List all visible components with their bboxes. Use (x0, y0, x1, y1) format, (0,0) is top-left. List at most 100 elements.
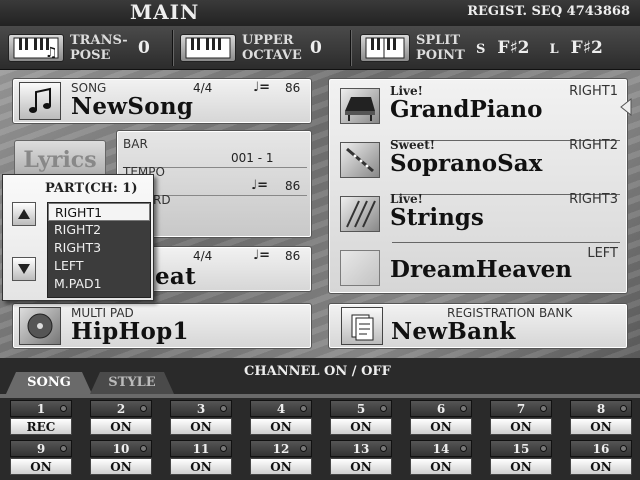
voice-left-name: DreamHeaven (390, 256, 572, 283)
style-tempo-symbol: ♩= (253, 248, 271, 263)
main-area: SONG 4/4 ♩= 86 NewSong Lyrics BAR 001 - … (0, 70, 640, 358)
part-popup: PART(CH: 1) RIGHT1 RIGHT2 RIGHT3 LEFT M.… (2, 174, 154, 301)
split-label-1: SPLIT (416, 33, 461, 48)
split-s-value: F♯2 (497, 38, 530, 58)
voice-left[interactable]: DreamHeaven LEFT (328, 242, 626, 294)
channel-15[interactable]: 15 ON (490, 440, 552, 476)
led-icon (380, 405, 387, 412)
voice-right3[interactable]: Live! Strings RIGHT3 (328, 188, 626, 240)
split-point-control[interactable]: SPLIT POINT S F♯2 L F♯2 (360, 28, 603, 68)
channel-status[interactable]: ON (10, 458, 72, 475)
led-icon (300, 405, 307, 412)
transpose-control[interactable]: ♫ TRANS- POSE 0 (8, 28, 150, 68)
voice-right1-name: GrandPiano (390, 96, 543, 123)
led-icon (540, 445, 547, 452)
voice-right2[interactable]: Sweet! SopranoSax RIGHT2 (328, 134, 626, 186)
channel-status[interactable]: ON (490, 418, 552, 435)
channel-2[interactable]: 2 ON (90, 400, 152, 436)
octave-label-2: OCTAVE (242, 48, 302, 63)
part-popup-title: PART(CH: 1) (45, 181, 138, 196)
channel-7[interactable]: 7 ON (490, 400, 552, 436)
tempo-symbol: ♩= (251, 178, 269, 193)
channel-status[interactable]: ON (170, 458, 232, 475)
channel-status[interactable]: ON (410, 418, 472, 435)
keyboard-octave-icon (180, 34, 236, 62)
song-tempo: 86 (285, 81, 301, 95)
channel-13[interactable]: 13 ON (330, 440, 392, 476)
piano-icon (340, 88, 380, 124)
led-icon (540, 405, 547, 412)
channel-14[interactable]: 14 ON (410, 440, 472, 476)
led-icon (140, 445, 147, 452)
bar-label: BAR (123, 137, 148, 151)
song-tempo-symbol: ♩= (253, 80, 271, 95)
channel-status[interactable]: ON (490, 458, 552, 475)
octave-value: 0 (310, 38, 322, 58)
part-item-mpad1[interactable]: M.PAD1 (48, 275, 150, 293)
channel-status[interactable]: ON (170, 418, 232, 435)
upper-octave-control[interactable]: UPPER OCTAVE 0 (180, 28, 322, 68)
registration-panel[interactable]: REGISTRATION BANK NewBank (328, 303, 628, 349)
led-icon (140, 405, 147, 412)
divider (172, 30, 174, 66)
led-icon (620, 445, 627, 452)
tab-style[interactable]: STYLE (90, 372, 174, 394)
transpose-label-2: POSE (70, 48, 111, 63)
channel-4[interactable]: 4 ON (250, 400, 312, 436)
split-s-label: S (476, 42, 486, 57)
keyboard-split-icon (360, 34, 410, 62)
led-icon (220, 405, 227, 412)
led-icon (380, 445, 387, 452)
bar-value: 001 - 1 (231, 151, 274, 165)
part-item-right3[interactable]: RIGHT3 (48, 239, 150, 257)
channel-1[interactable]: 1 REC (10, 400, 72, 436)
registration-name: NewBank (391, 318, 516, 345)
split-l-label: L (549, 42, 559, 57)
channel-status[interactable]: ON (330, 418, 392, 435)
registration-icon (341, 307, 383, 345)
regist-seq: REGIST. SEQ 4743868 (467, 4, 630, 19)
channel-status[interactable]: ON (330, 458, 392, 475)
channel-16[interactable]: 16 ON (570, 440, 632, 476)
tab-song[interactable]: SONG (6, 372, 92, 394)
channel-status[interactable]: ON (90, 458, 152, 475)
part-item-right1[interactable]: RIGHT1 (48, 203, 150, 221)
channel-status[interactable]: ON (90, 418, 152, 435)
channel-5[interactable]: 5 ON (330, 400, 392, 436)
music-note-icon (19, 82, 61, 120)
channel-title: CHANNEL ON / OFF (244, 364, 391, 379)
down-arrow-icon[interactable] (12, 257, 36, 281)
led-icon (460, 445, 467, 452)
channel-11[interactable]: 11 ON (170, 440, 232, 476)
channel-status[interactable]: ON (250, 418, 312, 435)
voice-right2-part: RIGHT2 (569, 138, 618, 153)
part-item-left[interactable]: LEFT (48, 257, 150, 275)
multipad-name: HipHop1 (71, 318, 189, 345)
channel-status[interactable]: REC (10, 418, 72, 435)
part-item-right2[interactable]: RIGHT2 (48, 221, 150, 239)
split-l-value: F♯2 (570, 38, 603, 58)
song-meter: 4/4 (193, 81, 213, 95)
voice-left-part: LEFT (587, 246, 618, 261)
multipad-panel[interactable]: MULTI PAD HipHop1 (12, 303, 312, 349)
voice-right1[interactable]: Live! GrandPiano RIGHT1 (328, 80, 626, 132)
channel-status[interactable]: ON (410, 458, 472, 475)
channel-8[interactable]: 8 ON (570, 400, 632, 436)
divider (350, 30, 352, 66)
channel-status[interactable]: ON (570, 418, 632, 435)
top-strip: ♫ TRANS- POSE 0 UPPER OCTAVE 0 SPLIT POINT … (0, 26, 640, 70)
channel-6[interactable]: 6 ON (410, 400, 472, 436)
tempo-value: 86 (285, 179, 301, 193)
channel-3[interactable]: 3 ON (170, 400, 232, 436)
tab-underline (0, 394, 640, 398)
style-meter: 4/4 (193, 249, 213, 263)
up-arrow-icon[interactable] (12, 202, 36, 226)
channel-status[interactable]: ON (570, 458, 632, 475)
transpose-value: 0 (138, 38, 150, 58)
channel-12[interactable]: 12 ON (250, 440, 312, 476)
channel-9[interactable]: 9 ON (10, 440, 72, 476)
led-icon (620, 405, 627, 412)
song-panel[interactable]: SONG 4/4 ♩= 86 NewSong (12, 78, 312, 124)
channel-10[interactable]: 10 ON (90, 440, 152, 476)
channel-status[interactable]: ON (250, 458, 312, 475)
